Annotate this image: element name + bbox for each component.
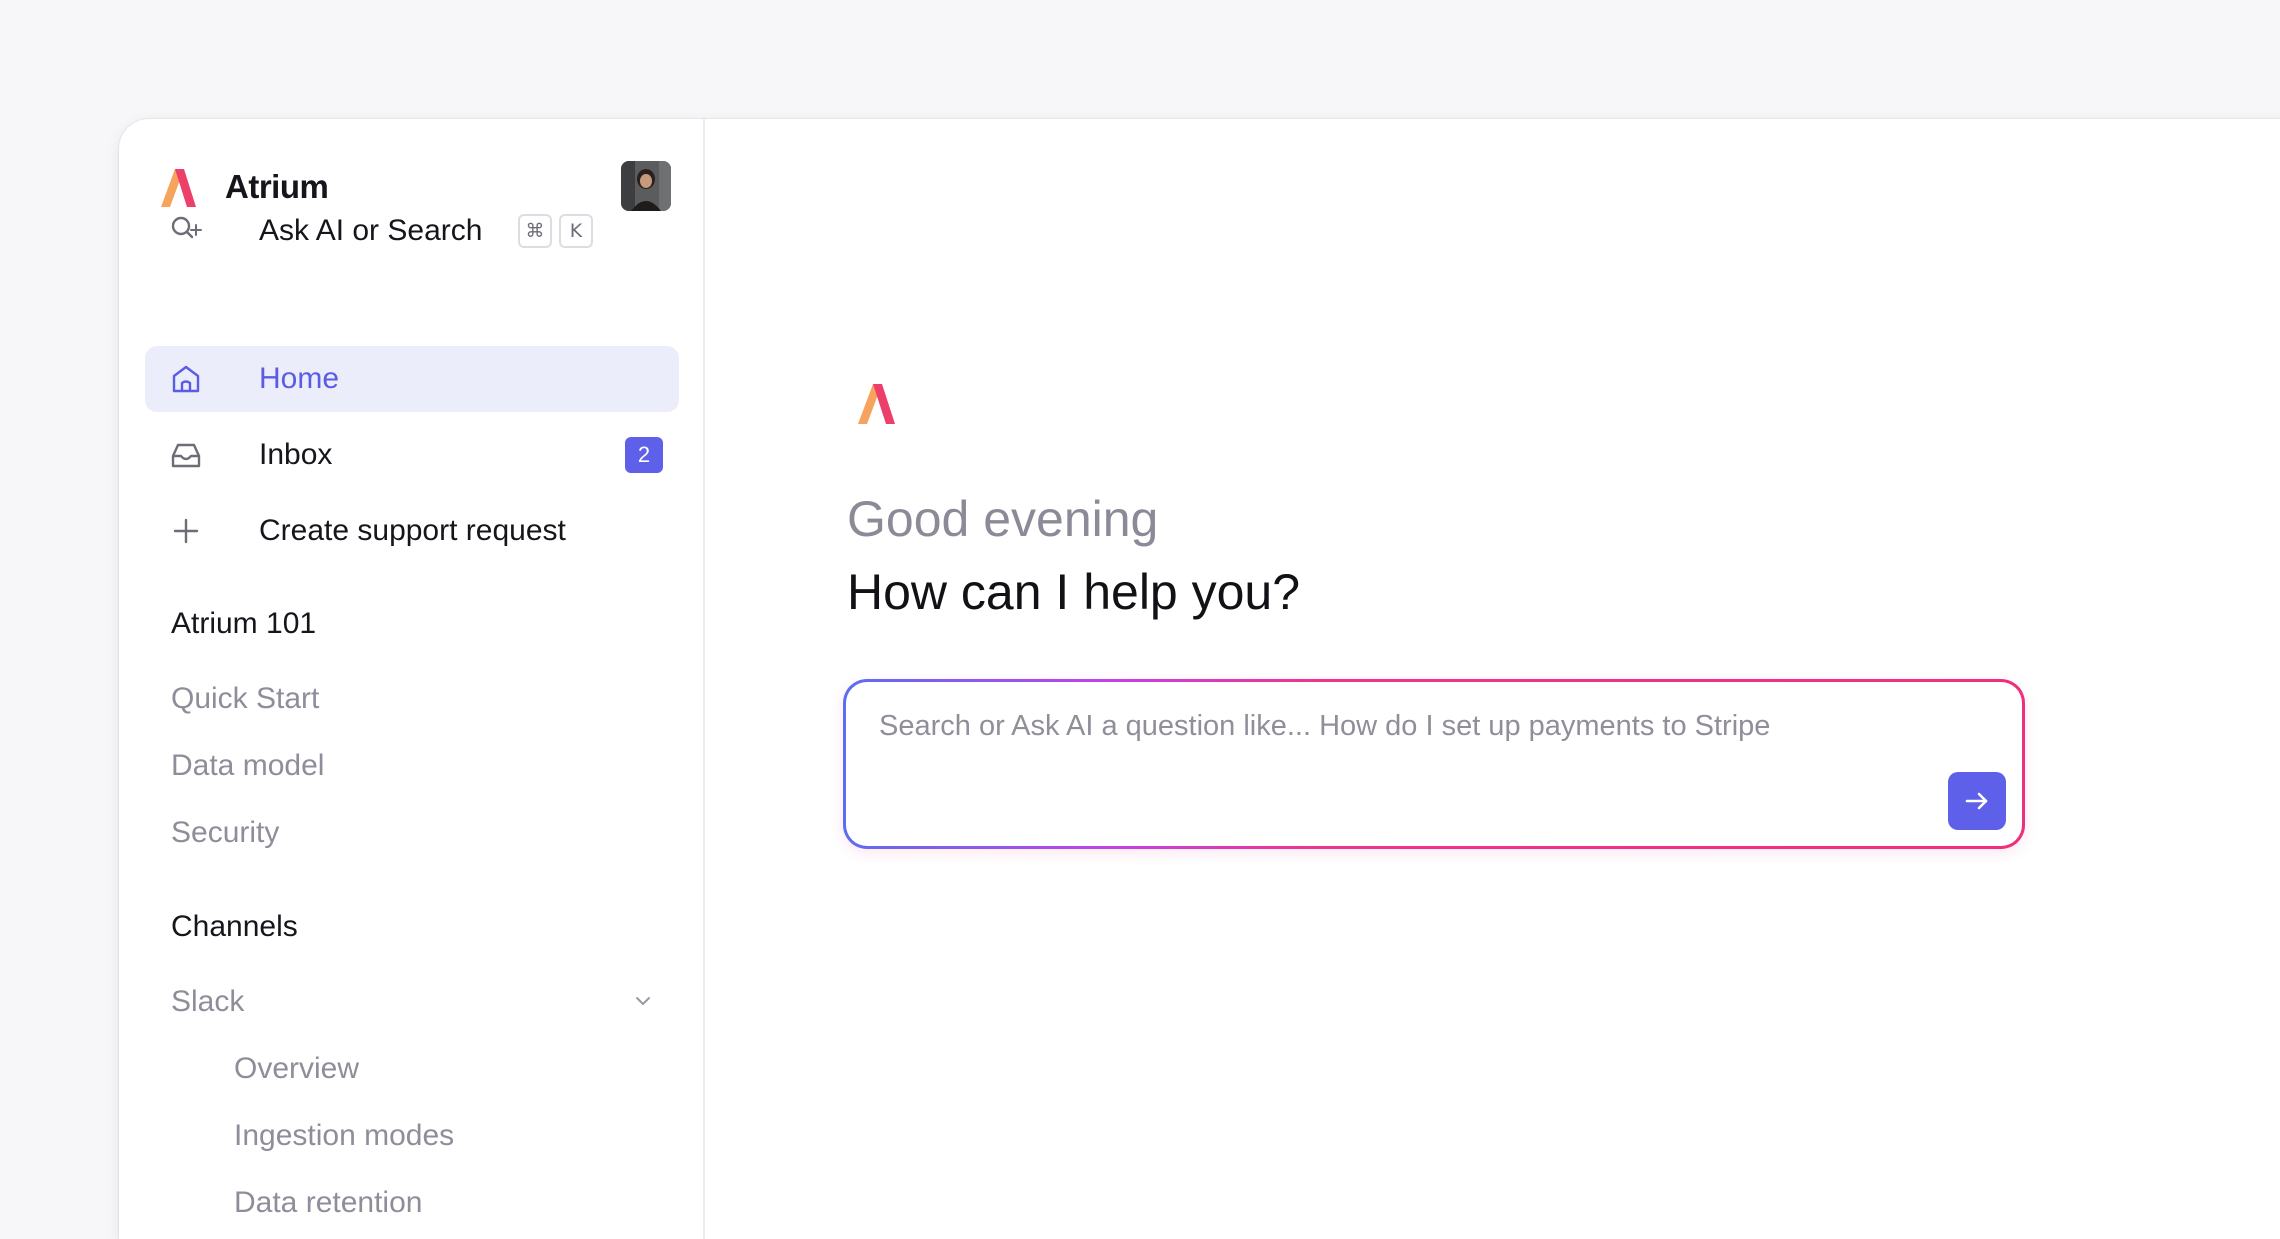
section-title-atrium-101: Atrium 101 bbox=[171, 607, 317, 640]
main-content: Good evening How can I help you? bbox=[705, 119, 2280, 1239]
link-ingestion-modes[interactable]: Ingestion modes bbox=[234, 1119, 454, 1153]
link-overview[interactable]: Overview bbox=[234, 1052, 359, 1086]
link-data-model[interactable]: Data model bbox=[171, 749, 324, 783]
page-title: How can I help you? bbox=[847, 564, 1301, 620]
greeting: Good evening bbox=[847, 491, 1159, 547]
atrium-logo-icon bbox=[858, 384, 895, 424]
channel-slack[interactable]: Slack bbox=[171, 985, 244, 1019]
sidebar-item-label: Home bbox=[259, 362, 340, 395]
ask-ai-search-box bbox=[843, 679, 2025, 849]
k-key: K bbox=[559, 214, 593, 248]
sidebar-item-label: Inbox bbox=[259, 438, 333, 471]
app-window: Atrium Ask AI or Search ⌘ K Home Inbox 2… bbox=[119, 119, 2280, 1239]
link-security[interactable]: Security bbox=[171, 816, 279, 850]
ask-ai-search-label: Ask AI or Search bbox=[259, 214, 483, 247]
sidebar-item-label: Create support request bbox=[259, 514, 566, 547]
sidebar: Atrium Ask AI or Search ⌘ K Home Inbox 2… bbox=[119, 119, 705, 1239]
sidebar-item-inbox[interactable]: Inbox 2 bbox=[145, 422, 679, 488]
command-key: ⌘ bbox=[518, 214, 552, 248]
inbox-count-badge: 2 bbox=[625, 437, 663, 473]
link-quick-start[interactable]: Quick Start bbox=[171, 682, 319, 716]
search-sparkle-icon bbox=[171, 216, 202, 239]
section-title-channels: Channels bbox=[171, 910, 298, 943]
ask-ai-search-button[interactable]: Ask AI or Search ⌘ K bbox=[145, 198, 679, 264]
home-icon bbox=[172, 365, 200, 393]
send-button[interactable] bbox=[1948, 772, 2006, 830]
inbox-icon bbox=[171, 443, 201, 468]
sidebar-item-home[interactable]: Home bbox=[145, 346, 679, 412]
link-data-retention[interactable]: Data retention bbox=[234, 1186, 422, 1220]
arrow-right-icon bbox=[1965, 792, 1988, 810]
plus-icon bbox=[173, 518, 199, 544]
create-support-request-button[interactable]: Create support request bbox=[145, 498, 679, 564]
ask-ai-input[interactable] bbox=[879, 710, 1959, 743]
chevron-down-icon[interactable] bbox=[633, 991, 653, 1011]
